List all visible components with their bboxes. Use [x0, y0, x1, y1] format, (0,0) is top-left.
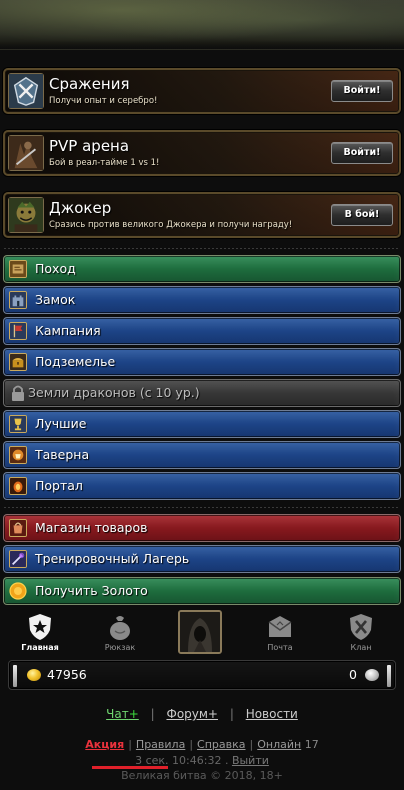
- enter-arena-button[interactable]: Войти!: [331, 142, 393, 164]
- separator: |: [249, 738, 254, 751]
- tab-mail[interactable]: Почта: [250, 608, 310, 658]
- separator: |: [189, 738, 194, 751]
- tab-label: Почта: [267, 643, 293, 652]
- menu-item-dungeon[interactable]: Подземелье: [3, 348, 401, 376]
- menu-item-campaign-trip[interactable]: Поход: [3, 255, 401, 283]
- chat-new-indicator: +: [128, 707, 139, 721]
- banner-title: PVP арена: [49, 137, 130, 155]
- menu-item-get-gold[interactable]: Получить Золото: [3, 577, 401, 605]
- footer-links: Акция | Правила | Справка | Онлайн 17: [0, 738, 404, 751]
- community-links: Чат+ | Форум+ | Новости: [0, 707, 404, 721]
- banner-subtitle: Бой в реал-тайме 1 vs 1!: [49, 158, 160, 168]
- menu-item-label: Магазин товаров: [35, 520, 148, 535]
- menu-item-label: Получить Золото: [35, 583, 148, 598]
- menu-item-label: Таверна: [35, 447, 90, 462]
- banner-subtitle: Получи опыт и серебро!: [49, 96, 158, 106]
- menu-item-portal[interactable]: Портал: [3, 472, 401, 500]
- header-artwork: [0, 0, 404, 50]
- tavern-icon: [9, 446, 27, 464]
- tab-home[interactable]: Главная: [10, 608, 70, 658]
- separator: |: [128, 738, 132, 751]
- castle-icon: [9, 291, 27, 309]
- chat-link[interactable]: Чат+: [106, 707, 139, 721]
- clan-crossed-swords-icon: [350, 614, 372, 640]
- menu-item-label: Портал: [35, 478, 83, 493]
- tab-label: Рюкзак: [104, 643, 136, 652]
- backpack-bag-icon: [110, 616, 130, 640]
- tab-label: Главная: [21, 643, 59, 652]
- chat-link-label: Чат: [106, 707, 129, 721]
- mail-envelope-icon: [268, 616, 292, 637]
- tab-backpack[interactable]: Рюкзак: [90, 608, 150, 658]
- menu-item-label: Подземелье: [35, 354, 116, 369]
- menu-item-tavern[interactable]: Таверна: [3, 441, 401, 469]
- silver-amount: 0: [349, 667, 357, 682]
- menu-item-label: Лучшие: [35, 416, 87, 431]
- menu-item-label: Кампания: [35, 323, 101, 338]
- resource-bar-edge: [13, 665, 17, 687]
- online-count: 17: [304, 738, 319, 751]
- help-link[interactable]: Справка: [197, 738, 245, 751]
- separator: |: [150, 707, 155, 721]
- menu-item-dragon-lands-locked[interactable]: Земли драконов (с 10 ур.): [3, 379, 401, 407]
- silver-coin-icon: [365, 669, 379, 681]
- portal-icon: [9, 477, 27, 495]
- divider: [4, 507, 400, 508]
- training-sword-icon: [9, 550, 27, 568]
- lock-icon: [11, 384, 25, 402]
- menu-item-label: Земли драконов (с 10 ур.): [28, 385, 200, 400]
- menu-item-best-players[interactable]: Лучшие: [3, 410, 401, 438]
- battles-banner[interactable]: Сражения Получи опыт и серебро! Войти!: [3, 68, 401, 114]
- gold-coin-icon: [9, 582, 27, 600]
- footer-status: 3 сек. 10:46:32 . Выйти: [0, 754, 404, 767]
- server-time: 10:46:32: [172, 754, 222, 767]
- banner-title: Сражения: [49, 75, 130, 93]
- tab-label: Клан: [350, 643, 372, 652]
- fight-joker-button[interactable]: В бой!: [331, 204, 393, 226]
- enter-battles-button[interactable]: Войти!: [331, 80, 393, 102]
- promo-link[interactable]: Акция: [85, 738, 124, 751]
- joker-portrait-icon: [8, 197, 44, 233]
- campaign-banner-icon: [9, 322, 27, 340]
- treasure-chest-icon: [9, 353, 27, 371]
- logout-link[interactable]: Выйти: [232, 754, 269, 767]
- menu-item-shop[interactable]: Магазин товаров: [3, 514, 401, 542]
- gold-amount: 47956: [47, 667, 87, 682]
- menu-item-training-camp[interactable]: Тренировочный Лагерь: [3, 545, 401, 573]
- shop-icon: [9, 519, 27, 537]
- banner-title: Джокер: [49, 199, 112, 217]
- arena-warrior-icon: [8, 135, 44, 171]
- menu-item-label: Поход: [35, 261, 76, 276]
- hero-avatar[interactable]: [178, 610, 222, 654]
- forum-link[interactable]: Форум+: [166, 707, 218, 721]
- crossed-swords-emblem-icon: [8, 73, 44, 109]
- copyright: Великая битва © 2018, 18+: [121, 769, 283, 782]
- map-scroll-icon: [9, 260, 27, 278]
- divider: [4, 248, 400, 249]
- resource-bar-edge: [387, 665, 391, 687]
- separator: .: [224, 754, 229, 767]
- menu-item-label: Замок: [35, 292, 76, 307]
- news-link[interactable]: Новости: [246, 707, 298, 721]
- online-link[interactable]: Онлайн: [257, 738, 301, 751]
- gold-coin-icon: [27, 669, 41, 681]
- hooded-hero-portrait-icon: [180, 612, 220, 652]
- menu-item-castle[interactable]: Замок: [3, 286, 401, 314]
- resource-bar: 47956 0: [8, 660, 396, 690]
- tab-clan[interactable]: Клан: [331, 608, 391, 658]
- menu-item-label: Тренировочный Лагерь: [35, 551, 190, 566]
- joker-banner[interactable]: Джокер Сразись против великого Джокера и…: [3, 192, 401, 238]
- pvp-arena-banner[interactable]: PVP арена Бой в реал-тайме 1 vs 1! Войти…: [3, 130, 401, 176]
- trophy-icon: [9, 415, 27, 433]
- rules-link[interactable]: Правила: [136, 738, 185, 751]
- menu-item-campaign[interactable]: Кампания: [3, 317, 401, 345]
- banner-subtitle: Сразись против великого Джокера и получи…: [49, 220, 293, 230]
- separator: |: [229, 707, 234, 721]
- home-shield-star-icon: [29, 614, 51, 640]
